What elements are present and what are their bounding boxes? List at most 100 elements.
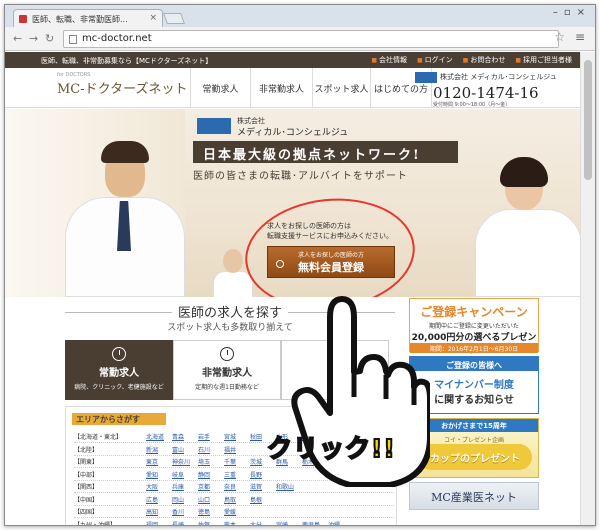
prefecture-link[interactable]: 広島 [146, 495, 158, 504]
nav-parttime[interactable]: 非常勤求人 [250, 68, 312, 108]
corp-logo-mark [415, 72, 437, 83]
link-company[interactable]: 会社情報 [371, 55, 407, 65]
top-links: 会社情報 ログイン お問合わせ 採用ご担当者様 [371, 55, 572, 65]
prefecture-link[interactable]: 高知 [146, 507, 158, 516]
tab-fulltime-desc: 病院、クリニック、老健施設など [74, 384, 164, 391]
page-icon [69, 35, 77, 44]
url-text: mc-doctor.net [82, 33, 152, 44]
prefecture-link[interactable]: 北海道 [146, 432, 164, 441]
prefecture-link[interactable]: 静岡 [198, 470, 210, 479]
prefecture-link[interactable]: 石川 [198, 445, 210, 454]
address-bar-row: ← → ↻ mc-doctor.net ☆ ≡ [5, 27, 595, 51]
area-search-heading: エリアからさがす [72, 413, 166, 425]
bookmark-star-icon[interactable]: ☆ [554, 30, 565, 44]
prefecture-link[interactable]: 沖縄 [328, 520, 340, 526]
hero-subline: 医師の皆さまの転職･アルバイトをサポート [193, 171, 408, 182]
prefecture-link[interactable]: 福岡 [146, 520, 158, 526]
prefecture-link[interactable]: 山口 [198, 495, 210, 504]
prefecture-link[interactable]: 青森 [172, 432, 184, 441]
prefecture-link[interactable]: 熊本 [224, 520, 236, 526]
clock-icon [220, 347, 234, 361]
prefecture-link[interactable]: 佐賀 [198, 520, 210, 526]
browser-tab[interactable]: 医師、転職、非常勤医師... × [13, 9, 163, 27]
prefecture-link[interactable]: 大阪 [146, 482, 158, 491]
area-region-label: 【関東】 [74, 459, 99, 466]
area-region-label: 【関西】 [74, 484, 99, 491]
staff-woman-face [223, 249, 243, 273]
clock-icon [112, 347, 126, 361]
prefecture-link[interactable]: 徳島 [198, 507, 210, 516]
area-region-label: 【中国】 [74, 496, 99, 504]
link-recruiters[interactable]: 採用ご担当者様 [515, 55, 572, 65]
prefecture-link[interactable]: 岩手 [198, 432, 210, 441]
prefecture-link[interactable]: 富山 [172, 445, 184, 454]
nav-fulltime[interactable]: 常勤求人 [190, 68, 250, 108]
nav-spot[interactable]: スポット求人 [312, 68, 370, 108]
phone-hours: 受付時間 9:00～18:00（月～金） [433, 102, 511, 108]
area-region-label: 【北海道・東北】 [74, 434, 123, 441]
prefecture-link[interactable]: 香川 [172, 507, 184, 516]
prefecture-link[interactable]: 福井 [224, 445, 236, 454]
link-contact[interactable]: お問合わせ [463, 55, 505, 65]
tab-bar: 医師、転職、非常勤医師... × –▫× [5, 5, 595, 27]
new-tab-button[interactable] [162, 13, 186, 24]
site-logo[interactable]: MC-ドクターズネット [57, 78, 187, 97]
prefecture-link[interactable]: 愛知 [146, 470, 158, 479]
prefecture-link[interactable]: 大分 [250, 520, 262, 526]
tab-parttime[interactable]: 非常勤求人 定期的な週1日勤務など [173, 340, 281, 400]
prefecture-link[interactable]: 愛媛 [224, 507, 236, 516]
back-icon[interactable]: ← [13, 32, 22, 45]
prefecture-link[interactable]: 秋田 [250, 432, 262, 441]
hero-banner: 株式会社 メディカル･コンシェルジュ 日本最大級の拠点ネットワーク! 医師の皆さ… [5, 109, 582, 297]
prefecture-link[interactable]: 岡山 [172, 495, 184, 504]
doctor-woman-hair [500, 157, 548, 187]
prefecture-link[interactable]: 長野 [250, 470, 262, 479]
window-controls[interactable]: –▫× [553, 7, 591, 18]
prefecture-link[interactable]: 京都 [198, 482, 210, 491]
prefecture-link[interactable]: 三重 [224, 470, 236, 479]
forward-icon[interactable]: → [29, 32, 38, 45]
prefecture-link[interactable]: 兵庫 [172, 482, 184, 491]
prefecture-link[interactable]: 埼玉 [198, 457, 210, 466]
reload-icon[interactable]: ↻ [45, 32, 54, 45]
tab-fulltime-title: 常勤求人 [99, 368, 139, 379]
link-login[interactable]: ログイン [417, 55, 453, 65]
staff-woman-image [213, 271, 253, 297]
top-strip: 医師、転職、非常勤募集なら【MCドクターズネット】 会社情報 ログイン お問合わ… [5, 52, 582, 68]
prefecture-link[interactable]: 東京 [146, 457, 158, 466]
annotation-red-circle [239, 190, 421, 297]
doctor-man-hair [101, 141, 149, 163]
close-tab-icon[interactable]: × [149, 13, 157, 23]
tab-fulltime[interactable]: 常勤求人 病院、クリニック、老健施設など [65, 340, 173, 400]
area-region-label: 【九州・沖縄】 [74, 521, 117, 526]
area-region-label: 【四国】 [74, 509, 99, 516]
corp-name: 株式会社 メディカル･コンシェルジュ [440, 73, 557, 81]
prefecture-link[interactable]: 鹿児島 [302, 520, 320, 526]
prefecture-link[interactable]: 島根 [250, 495, 262, 504]
prefecture-link[interactable]: 鳥取 [224, 495, 236, 504]
browser-window: 医師、転職、非常勤医師... × –▫× ← → ↻ mc-doctor.net… [4, 4, 596, 526]
prefecture-link[interactable]: 長崎 [172, 520, 184, 526]
area-row: 【九州・沖縄】 福岡 長崎 佐賀 熊本 大分 宮崎 鹿児島 沖縄 [74, 517, 394, 526]
prefecture-link[interactable]: 新潟 [146, 445, 158, 454]
url-field[interactable]: mc-doctor.net [63, 30, 559, 48]
prefecture-link[interactable]: 神奈川 [172, 457, 190, 466]
tab-parttime-title: 非常勤求人 [202, 368, 252, 379]
anniversary-button: カップのプレゼント [418, 444, 532, 470]
hero-headline: 日本最大級の拠点ネットワーク! [193, 141, 458, 163]
prefecture-link[interactable]: 滋賀 [250, 482, 262, 491]
scrollbar[interactable] [580, 52, 595, 525]
prefecture-link[interactable]: 茨城 [250, 457, 262, 466]
click-annotation: クリック!! [266, 433, 396, 464]
browser-menu-icon[interactable]: ≡ [575, 30, 585, 44]
scrollbar-thumb[interactable] [584, 60, 592, 180]
prefecture-link[interactable]: 千葉 [224, 457, 236, 466]
prefecture-link[interactable]: 岐阜 [172, 470, 184, 479]
area-region-label: 【北陸】 [74, 446, 99, 454]
prefecture-link[interactable]: 宮城 [224, 432, 236, 441]
tab-title: 医師、転職、非常勤医師... [32, 15, 128, 24]
hero-corp-logo [197, 118, 231, 134]
prefecture-link[interactable]: 奈良 [224, 482, 236, 491]
web-page: 医師、転職、非常勤募集なら【MCドクターズネット】 会社情報 ログイン お問合わ… [5, 52, 582, 526]
prefecture-link[interactable]: 宮崎 [276, 520, 288, 526]
